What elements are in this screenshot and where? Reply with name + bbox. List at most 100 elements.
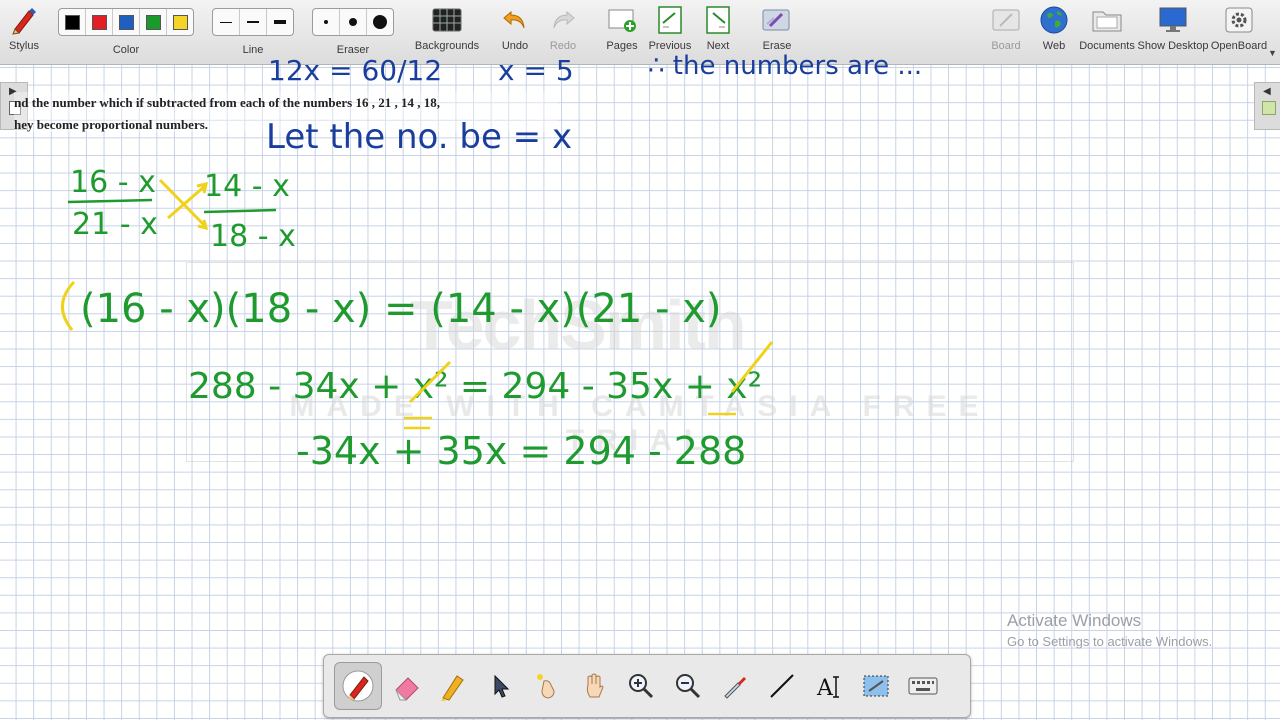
capture-tool[interactable] <box>853 663 899 709</box>
eraser-medium[interactable] <box>340 9 367 35</box>
chevron-left-icon: ◀ <box>1263 86 1271 97</box>
pages-button[interactable]: Pages <box>604 0 640 64</box>
chevron-down-icon[interactable]: ▼ <box>1268 48 1277 58</box>
text-tool[interactable]: A <box>806 663 852 709</box>
next-page-icon <box>705 0 731 40</box>
eraser-sizes <box>312 8 394 36</box>
pages-label: Pages <box>606 40 638 52</box>
color-label: Color <box>112 44 140 56</box>
eraser-large[interactable] <box>367 9 393 35</box>
next-button[interactable]: Next <box>700 0 736 64</box>
erase-page-icon <box>762 0 792 40</box>
documents-label: Documents <box>1079 40 1135 52</box>
zoom-out-icon <box>676 674 701 699</box>
undo-button[interactable]: Undo <box>497 0 533 64</box>
svg-text:A: A <box>816 676 834 701</box>
add-page-icon <box>607 0 637 40</box>
stylus-button[interactable]: Stylus <box>4 0 44 64</box>
web-label: Web <box>1042 40 1066 52</box>
board-icon <box>991 0 1021 40</box>
gear-icon <box>1224 0 1254 40</box>
eraser-group: Eraser <box>311 0 395 64</box>
stylus-icon <box>9 0 39 40</box>
line-icon <box>770 674 794 698</box>
pointer-tool[interactable] <box>477 663 523 709</box>
erase-button[interactable]: Erase <box>758 0 796 64</box>
question-text: nd the number which if subtracted from e… <box>14 92 558 132</box>
activate-windows-notice: Activate Windows Go to Settings to activ… <box>1007 611 1212 649</box>
question-line-2: hey become proportional numbers. <box>14 117 209 132</box>
color-green[interactable] <box>140 9 167 35</box>
top-toolbar: Stylus Color Line Eraser Backgrounds Und… <box>0 0 1280 65</box>
pen-tool[interactable] <box>334 662 382 710</box>
color-red[interactable] <box>86 9 113 35</box>
hand-tool[interactable] <box>571 663 617 709</box>
backgrounds-label: Backgrounds <box>414 40 480 52</box>
web-button[interactable]: Web <box>1036 0 1072 64</box>
techsmith-watermark: TechSmith <box>410 286 747 364</box>
documents-button[interactable]: Documents <box>1079 0 1135 64</box>
keyboard-tool[interactable] <box>900 663 946 709</box>
line-thick[interactable] <box>267 9 293 35</box>
redo-button[interactable]: Redo <box>545 0 581 64</box>
show-desktop-button[interactable]: Show Desktop <box>1137 0 1209 64</box>
color-blue[interactable] <box>113 9 140 35</box>
pen-icon <box>342 670 374 702</box>
next-label: Next <box>706 40 730 52</box>
show-desktop-label: Show Desktop <box>1137 40 1209 52</box>
color-picker-tool[interactable] <box>712 663 758 709</box>
backgrounds-button[interactable]: Backgrounds <box>414 0 480 64</box>
color-group: Color <box>56 0 196 64</box>
openboard-button[interactable]: OpenBoard <box>1210 0 1268 64</box>
line-label: Line <box>242 44 264 56</box>
zoom-in-icon <box>629 674 654 699</box>
question-line-1: nd the number which if subtracted from e… <box>14 95 440 110</box>
line-tool[interactable] <box>759 663 805 709</box>
board-button[interactable]: Board <box>988 0 1024 64</box>
stylus-label: Stylus <box>9 40 39 52</box>
erase-label: Erase <box>762 40 792 52</box>
board-label: Board <box>991 40 1021 52</box>
color-palette <box>58 8 194 36</box>
line-widths <box>212 8 294 36</box>
zoom-in-tool[interactable] <box>618 663 664 709</box>
redo-label: Redo <box>549 40 577 52</box>
cursor-arrow-icon <box>494 674 510 698</box>
eyedropper-icon <box>724 677 746 699</box>
activate-windows-title: Activate Windows <box>1007 611 1142 630</box>
highlighter-icon <box>441 675 464 701</box>
backgrounds-icon <box>432 0 462 40</box>
library-icon <box>1262 101 1276 115</box>
line-group: Line <box>211 0 295 64</box>
eraser-small[interactable] <box>313 9 340 35</box>
screen-capture-icon <box>863 675 889 697</box>
keyboard-icon <box>908 677 938 695</box>
line-medium[interactable] <box>240 9 267 35</box>
eraser-label: Eraser <box>336 44 370 56</box>
openboard-label: OpenBoard <box>1210 40 1268 52</box>
activate-windows-subtitle: Go to Settings to activate Windows. <box>1007 634 1213 649</box>
color-yellow[interactable] <box>167 9 193 35</box>
undo-icon <box>501 0 529 40</box>
zoom-out-tool[interactable] <box>665 663 711 709</box>
color-black[interactable] <box>59 9 86 35</box>
laser-tool[interactable] <box>524 663 570 709</box>
text-icon: A <box>816 676 839 701</box>
previous-button[interactable]: Previous <box>648 0 692 64</box>
redo-icon <box>549 0 577 40</box>
previous-page-icon <box>657 0 683 40</box>
previous-label: Previous <box>648 40 692 52</box>
laser-pointer-icon <box>537 674 555 699</box>
highlighter-tool[interactable] <box>430 663 476 709</box>
eraser-icon <box>395 677 419 701</box>
globe-icon <box>1039 0 1069 40</box>
folder-icon <box>1091 0 1123 40</box>
right-panel-tab[interactable]: ◀ <box>1254 82 1280 130</box>
undo-label: Undo <box>501 40 529 52</box>
eraser-tool[interactable] <box>383 663 429 709</box>
desktop-icon <box>1157 0 1189 40</box>
tool-dock: A <box>323 654 971 718</box>
camtasia-watermark: MADE WITH CAMTASIA FREE TRIAL <box>289 390 991 457</box>
line-thin[interactable] <box>213 9 240 35</box>
hand-icon <box>586 673 604 698</box>
